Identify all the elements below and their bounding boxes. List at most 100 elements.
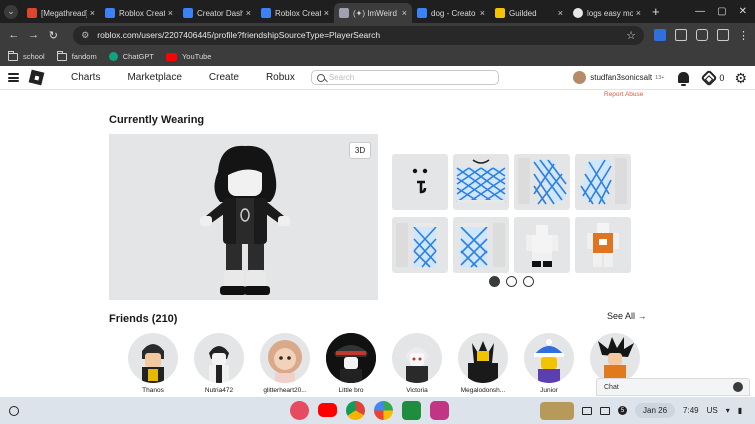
robux-icon[interactable] <box>700 69 718 86</box>
new-tab-button[interactable]: + <box>652 4 666 19</box>
tab-2[interactable]: Creator Dash × <box>178 3 256 23</box>
tab-7[interactable]: logs easy mo × <box>568 3 646 23</box>
bookmark-star-icon[interactable]: ☆ <box>626 29 636 42</box>
nav-charts[interactable]: Charts <box>71 72 100 83</box>
forward-icon[interactable]: → <box>26 29 42 41</box>
maximize-icon[interactable]: ▢ <box>717 6 726 17</box>
youtube-app-icon[interactable] <box>318 403 337 417</box>
friend-name[interactable]: Victoria <box>406 387 428 394</box>
arm-item-2[interactable] <box>575 154 631 210</box>
carousel-dot[interactable] <box>523 276 534 287</box>
chat-new-icon[interactable] <box>733 382 743 392</box>
paint-app-icon[interactable] <box>290 401 309 420</box>
avatar[interactable] <box>573 71 587 84</box>
bookmark-chatgpt[interactable]: ChatGPT <box>108 52 154 61</box>
friend-item[interactable]: Thanos <box>120 333 186 394</box>
friend-avatar[interactable] <box>458 333 508 383</box>
extension-icon[interactable] <box>674 29 687 41</box>
username[interactable]: studfan3sonicsalt <box>590 73 652 82</box>
launcher-icon[interactable] <box>9 405 19 416</box>
carousel-dot[interactable] <box>506 276 517 287</box>
arm-item[interactable] <box>514 154 570 210</box>
chat-widget[interactable]: Chat <box>596 378 750 396</box>
puzzle-icon[interactable] <box>695 29 708 41</box>
leg-item[interactable] <box>392 217 448 273</box>
close-window-icon[interactable]: ✕ <box>739 6 747 17</box>
friend-avatar[interactable] <box>590 333 640 383</box>
friend-name[interactable]: Little bro <box>339 387 364 394</box>
date-pill[interactable]: Jan 26 <box>635 403 676 418</box>
friend-item[interactable]: Megalodonsh... <box>450 333 516 394</box>
carousel-dot[interactable] <box>489 276 500 287</box>
hamburger-menu-icon[interactable] <box>8 73 19 82</box>
friend-avatar[interactable] <box>326 333 376 383</box>
back-icon[interactable]: ← <box>6 29 22 41</box>
outfit-item[interactable] <box>514 217 570 273</box>
nav-create[interactable]: Create <box>209 72 239 83</box>
report-abuse-link[interactable]: Report Abuse <box>604 91 643 98</box>
tab-1[interactable]: Roblox Creat × <box>100 3 178 23</box>
friend-item[interactable]: glitterheart20... <box>252 333 318 394</box>
roblox-logo-icon[interactable] <box>28 69 45 86</box>
friend-avatar[interactable] <box>194 333 244 383</box>
gear-icon[interactable]: ⚙ <box>734 71 747 85</box>
minimize-icon[interactable]: — <box>695 6 705 17</box>
friend-avatar[interactable] <box>128 333 178 383</box>
tab-4[interactable]: (✦) ImWeird × <box>334 3 412 23</box>
friend-avatar[interactable] <box>524 333 574 383</box>
friend-item[interactable]: Little bro <box>318 333 384 394</box>
tab-search-button[interactable]: ⌄ <box>0 0 22 23</box>
menu-dots-icon[interactable]: ⋮ <box>738 29 749 42</box>
nav-marketplace[interactable]: Marketplace <box>127 72 181 83</box>
friend-item[interactable]: Nutria472 <box>186 333 252 394</box>
toggle-3d-button[interactable]: 3D <box>349 142 371 159</box>
leg-item-2[interactable] <box>453 217 509 273</box>
clock[interactable]: 7:49 <box>683 406 699 415</box>
friend-item[interactable]: Junior <box>516 333 582 394</box>
shirt-item[interactable] <box>453 154 509 210</box>
bookmark-school[interactable]: school <box>8 50 45 61</box>
nav-robux[interactable]: Robux <box>266 72 295 83</box>
play-store-icon[interactable] <box>374 401 393 420</box>
app-icon[interactable] <box>430 401 449 420</box>
tab-0[interactable]: [Megathread] × <box>22 3 100 23</box>
close-icon[interactable]: × <box>480 8 485 18</box>
tab-6[interactable]: Guilded × <box>490 3 568 23</box>
classroom-app-icon[interactable] <box>402 401 421 420</box>
close-icon[interactable]: × <box>246 8 251 18</box>
notification-bell-icon[interactable] <box>678 72 690 86</box>
bookmark-fandom[interactable]: fandom <box>56 50 97 61</box>
friend-name[interactable]: Junior <box>540 387 558 394</box>
reload-icon[interactable]: ↻ <box>45 29 61 42</box>
chrome-app-icon[interactable] <box>346 401 365 420</box>
close-icon[interactable]: × <box>90 8 95 18</box>
side-panel-icon[interactable] <box>716 29 729 41</box>
close-icon[interactable]: × <box>402 8 407 18</box>
friend-name[interactable]: Thanos <box>142 387 164 394</box>
robux-balance[interactable]: 0 <box>719 73 724 83</box>
close-icon[interactable]: × <box>636 8 641 18</box>
url-text[interactable]: roblox.com/users/2207406445/profile?frie… <box>97 30 626 40</box>
recent-capture-thumbnail[interactable] <box>540 401 574 420</box>
locale-indicator[interactable]: US <box>707 406 718 415</box>
friend-name[interactable]: Nutria472 <box>205 387 233 394</box>
extension-icon[interactable] <box>653 29 666 41</box>
search-input[interactable]: Search <box>310 70 499 85</box>
friend-avatar[interactable] <box>392 333 442 383</box>
tab-5[interactable]: dog - Creato × <box>412 3 490 23</box>
address-bar[interactable]: ⚙ roblox.com/users/2207406445/profile?fr… <box>73 25 644 45</box>
friend-name[interactable]: glitterheart20... <box>263 387 306 394</box>
phone-hub-icon[interactable] <box>600 406 610 415</box>
face-item[interactable] <box>392 154 448 210</box>
close-icon[interactable]: × <box>558 8 563 18</box>
friend-name[interactable]: Megalodonsh... <box>461 387 505 394</box>
friend-avatar[interactable] <box>260 333 310 383</box>
site-info-icon[interactable]: ⚙ <box>81 30 89 41</box>
see-all-link[interactable]: See All → <box>607 311 647 321</box>
bookmark-youtube[interactable]: YouTube <box>165 52 211 61</box>
notification-count[interactable]: 5 <box>618 406 627 415</box>
close-icon[interactable]: × <box>324 8 329 18</box>
close-icon[interactable]: × <box>168 8 173 18</box>
keyboard-icon[interactable] <box>582 406 592 415</box>
outfit-item-2[interactable] <box>575 217 631 273</box>
